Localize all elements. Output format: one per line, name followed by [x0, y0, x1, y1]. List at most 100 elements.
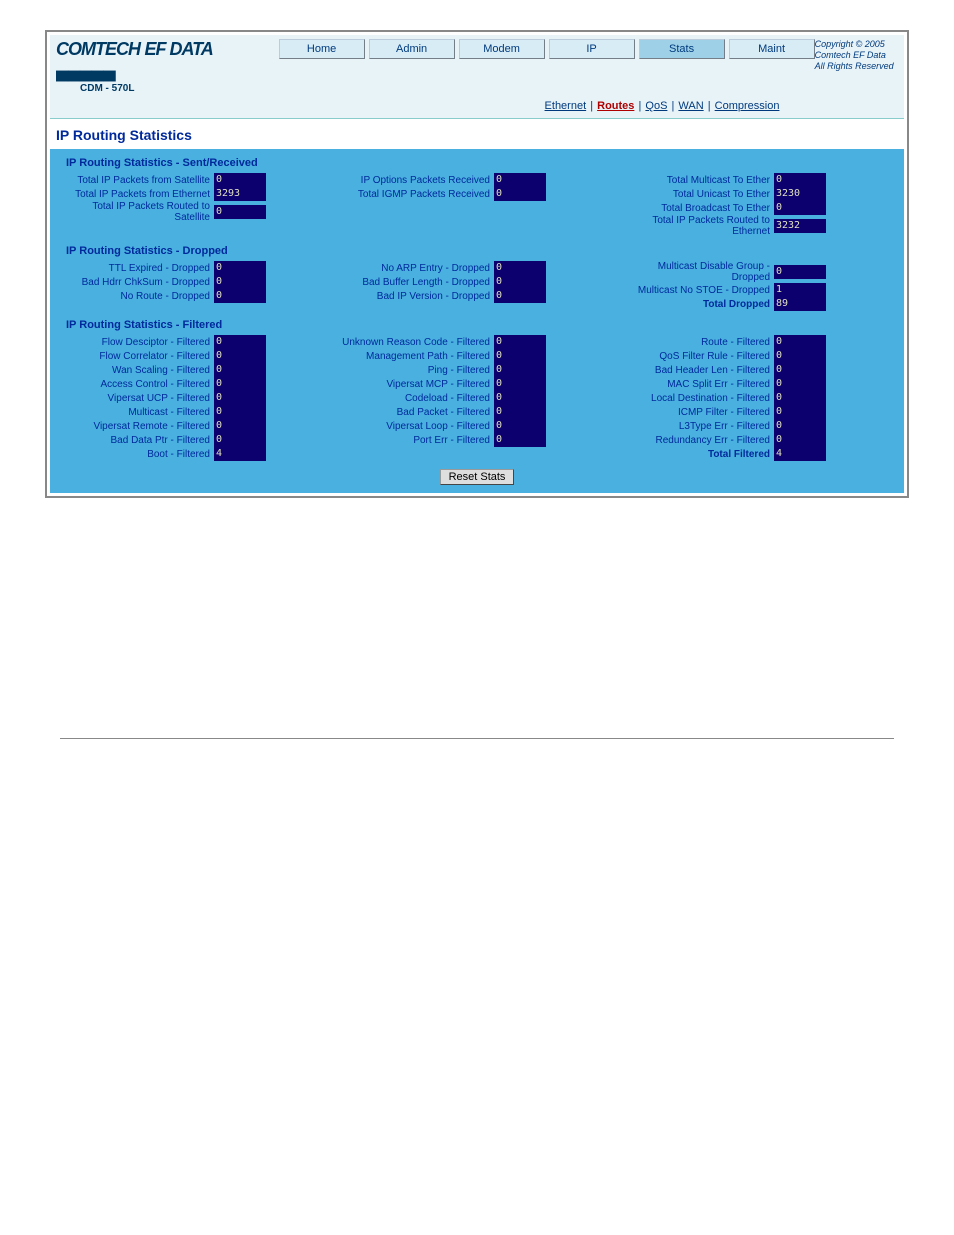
stat-row: Multicast - Filtered0 — [60, 405, 334, 419]
stat-value: 0 — [214, 349, 266, 363]
subnav-routes[interactable]: Routes — [597, 100, 634, 112]
tab-stats[interactable]: Stats — [639, 39, 725, 59]
stat-value: 0 — [774, 419, 826, 433]
stat-label: Unknown Reason Code - Filtered — [340, 337, 494, 348]
stat-row: Flow Correlator - Filtered0 — [60, 349, 334, 363]
stat-row: Total Filtered4 — [620, 447, 894, 461]
stat-value: 4 — [774, 447, 826, 461]
stat-row: Bad Hdrr ChkSum - Dropped0 — [60, 275, 334, 289]
stat-row: Total IGMP Packets Received0 — [340, 187, 614, 201]
stat-value: 0 — [494, 261, 546, 275]
stat-row: Redundancy Err - Filtered0 — [620, 433, 894, 447]
stat-label: Vipersat Loop - Filtered — [340, 421, 494, 432]
stat-label: Bad IP Version - Dropped — [340, 291, 494, 302]
stat-row: Bad Buffer Length - Dropped0 — [340, 275, 614, 289]
stat-row: Total IP Packets from Ethernet3293 — [60, 187, 334, 201]
stat-value: 0 — [214, 261, 266, 275]
stat-label: Wan Scaling - Filtered — [60, 365, 214, 376]
stat-row: Local Destination - Filtered0 — [620, 391, 894, 405]
stat-row: ICMP Filter - Filtered0 — [620, 405, 894, 419]
stat-row: Bad Data Ptr - Filtered0 — [60, 433, 334, 447]
stat-value: 0 — [214, 433, 266, 447]
stat-label: Multicast No STOE - Dropped — [620, 285, 774, 296]
page-title: IP Routing Statistics — [56, 127, 904, 143]
stat-value: 0 — [774, 377, 826, 391]
stat-row: Management Path - Filtered0 — [340, 349, 614, 363]
stat-value: 0 — [494, 187, 546, 201]
copyright: Copyright © 2005 Comtech EF Data All Rig… — [815, 39, 898, 71]
stat-row: No ARP Entry - Dropped0 — [340, 261, 614, 275]
stats-panel: IP Routing Statistics - Sent/Received Tot… — [50, 149, 904, 493]
stat-label: L3Type Err - Filtered — [620, 421, 774, 432]
stat-value: 3230 — [774, 187, 826, 201]
stat-label: No ARP Entry - Dropped — [340, 263, 494, 274]
stat-label: ICMP Filter - Filtered — [620, 407, 774, 418]
stat-row: Access Control - Filtered0 — [60, 377, 334, 391]
stat-row: QoS Filter Rule - Filtered0 — [620, 349, 894, 363]
header-bar: COMTECH EF DATA ▄▄▄▄▄ HomeAdminModemIPSt… — [50, 35, 904, 119]
stat-row: Bad Header Len - Filtered0 — [620, 363, 894, 377]
stat-row: Boot - Filtered4 — [60, 447, 334, 461]
section-heading: IP Routing Statistics - Sent/Received — [66, 157, 900, 169]
stat-value: 0 — [214, 405, 266, 419]
stat-row: Ping - Filtered0 — [340, 363, 614, 377]
stat-row: Bad IP Version - Dropped0 — [340, 289, 614, 303]
stat-row: MAC Split Err - Filtered0 — [620, 377, 894, 391]
subnav-qos[interactable]: QoS — [645, 100, 667, 112]
stat-label: Vipersat UCP - Filtered — [60, 393, 214, 404]
tab-maint[interactable]: Maint — [729, 39, 815, 59]
stat-label: Flow Correlator - Filtered — [60, 351, 214, 362]
stat-row: Total IP Packets Routed to Satellite0 — [60, 201, 334, 223]
stat-value: 0 — [214, 419, 266, 433]
stat-label: Management Path - Filtered — [340, 351, 494, 362]
stat-label: Ping - Filtered — [340, 365, 494, 376]
stat-label: Access Control - Filtered — [60, 379, 214, 390]
reset-stats-button[interactable]: Reset Stats — [440, 469, 515, 485]
stat-value: 3232 — [774, 219, 826, 233]
stat-row: Port Err - Filtered0 — [340, 433, 614, 447]
stat-row: Multicast No STOE - Dropped1 — [620, 283, 894, 297]
stat-label: Total Multicast To Ether — [620, 175, 774, 186]
tab-ip[interactable]: IP — [549, 39, 635, 59]
stat-value: 0 — [494, 433, 546, 447]
stat-label: No Route - Dropped — [60, 291, 214, 302]
stat-value: 0 — [214, 275, 266, 289]
stat-value: 0 — [494, 377, 546, 391]
stat-row: Codeload - Filtered0 — [340, 391, 614, 405]
tab-modem[interactable]: Modem — [459, 39, 545, 59]
stat-value: 0 — [494, 419, 546, 433]
stat-label: Total IP Packets from Satellite — [60, 175, 214, 186]
subnav-wan[interactable]: WAN — [678, 100, 703, 112]
stat-row: Total Multicast To Ether0 — [620, 173, 894, 187]
tab-home[interactable]: Home — [279, 39, 365, 59]
stat-value: 0 — [494, 173, 546, 187]
stat-row: Total Broadcast To Ether0 — [620, 201, 894, 215]
stat-row: Total Unicast To Ether3230 — [620, 187, 894, 201]
tab-admin[interactable]: Admin — [369, 39, 455, 59]
stat-value: 89 — [774, 297, 826, 311]
stat-value: 0 — [774, 405, 826, 419]
stat-label: Bad Data Ptr - Filtered — [60, 435, 214, 446]
stat-value: 0 — [494, 391, 546, 405]
stat-row: Flow Desciptor - Filtered0 — [60, 335, 334, 349]
stat-row: L3Type Err - Filtered0 — [620, 419, 894, 433]
stat-label: Total IGMP Packets Received — [340, 189, 494, 200]
stat-value: 0 — [774, 173, 826, 187]
stat-value: 0 — [494, 275, 546, 289]
stat-label: Redundancy Err - Filtered — [620, 435, 774, 446]
stat-row: Vipersat UCP - Filtered0 — [60, 391, 334, 405]
stats-grid: Flow Desciptor - Filtered0Flow Correlato… — [60, 335, 894, 461]
stat-value: 0 — [774, 335, 826, 349]
stat-label: Total Filtered — [620, 449, 774, 460]
stat-row: Bad Packet - Filtered0 — [340, 405, 614, 419]
logo: COMTECH EF DATA ▄▄▄▄▄ — [56, 39, 239, 81]
subnav-compression[interactable]: Compression — [715, 100, 780, 112]
subnav-ethernet[interactable]: Ethernet — [545, 100, 587, 112]
stat-value: 1 — [774, 283, 826, 297]
stat-label: TTL Expired - Dropped — [60, 263, 214, 274]
stat-label: Route - Filtered — [620, 337, 774, 348]
stat-row: Multicast Disable Group - Dropped0 — [620, 261, 894, 283]
stat-label: MAC Split Err - Filtered — [620, 379, 774, 390]
stat-row: Vipersat Remote - Filtered0 — [60, 419, 334, 433]
stat-value: 0 — [494, 363, 546, 377]
